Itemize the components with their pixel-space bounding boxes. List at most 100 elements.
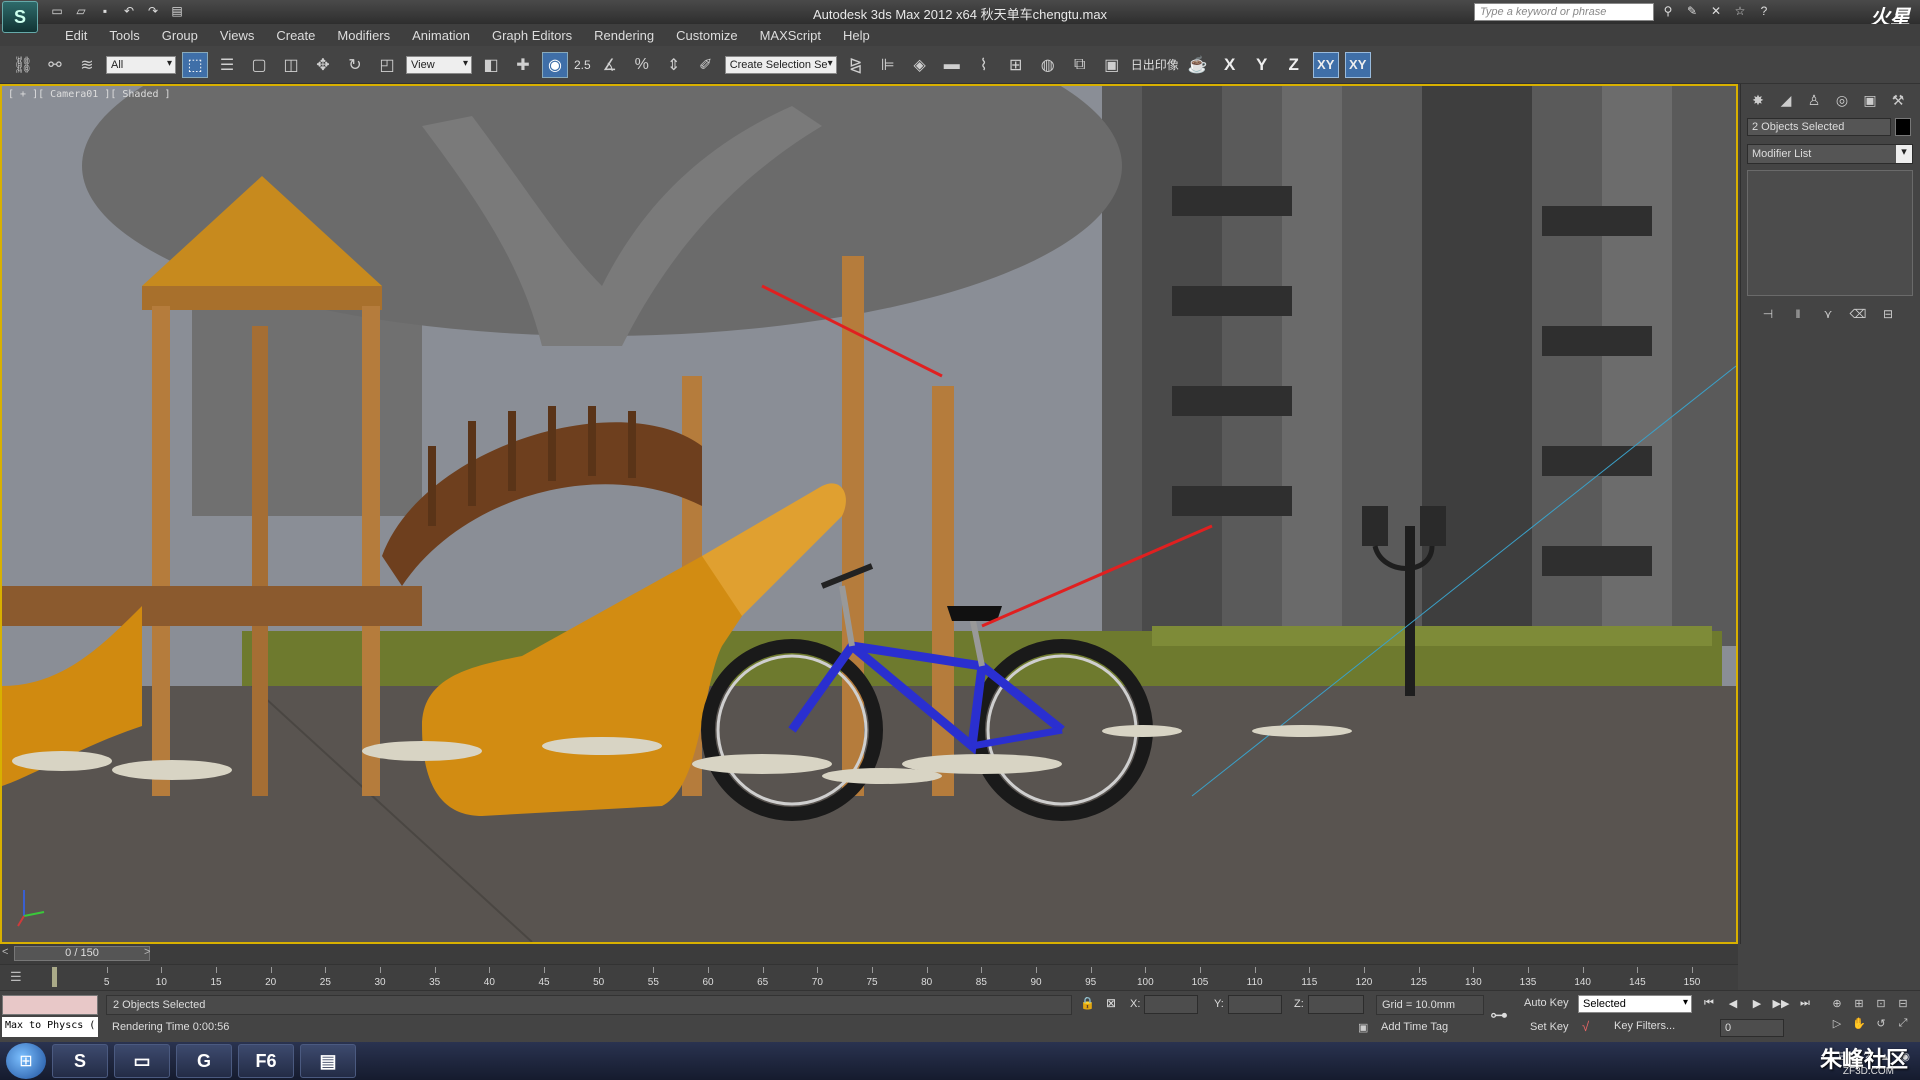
object-name-field[interactable]: 2 Objects Selected bbox=[1747, 118, 1891, 136]
mirror-icon[interactable]: ⧎ bbox=[843, 52, 869, 78]
pan-icon[interactable]: ✋ bbox=[1850, 1015, 1868, 1031]
rotate-icon[interactable]: ↻ bbox=[342, 52, 368, 78]
axis-x-button[interactable]: X bbox=[1217, 52, 1243, 78]
utilities-tab-icon[interactable]: ⚒ bbox=[1887, 90, 1909, 110]
redo-icon[interactable]: ↷ bbox=[144, 2, 162, 20]
object-color-swatch[interactable] bbox=[1895, 118, 1911, 136]
motion-tab-icon[interactable]: ◎ bbox=[1831, 90, 1853, 110]
move-icon[interactable]: ✥ bbox=[310, 52, 336, 78]
key-icon[interactable]: ⊶ bbox=[1490, 1005, 1508, 1026]
go-to-start-icon[interactable]: ⏮ bbox=[1700, 995, 1718, 1011]
time-slider-prev[interactable]: < bbox=[2, 946, 8, 958]
next-frame-icon[interactable]: ▶▶ bbox=[1772, 995, 1790, 1011]
y-coordinate-field[interactable] bbox=[1228, 995, 1282, 1014]
selection-lock-icon[interactable]: 🔒 bbox=[1080, 996, 1095, 1010]
axis-z-button[interactable]: Z bbox=[1281, 52, 1307, 78]
show-end-result-icon[interactable]: ‖ bbox=[1789, 306, 1807, 322]
axis-y-button[interactable]: Y bbox=[1249, 52, 1275, 78]
hierarchy-tab-icon[interactable]: ♙ bbox=[1803, 90, 1825, 110]
time-slider-next[interactable]: > bbox=[144, 946, 150, 958]
bind-space-warp-icon[interactable]: ≋ bbox=[74, 52, 100, 78]
selection-filter-dropdown[interactable]: All bbox=[106, 55, 176, 74]
auto-key-button[interactable]: Auto Key bbox=[1524, 997, 1569, 1009]
axis-xy-alt-button[interactable]: XY bbox=[1344, 51, 1371, 78]
menu-animation[interactable]: Animation bbox=[401, 28, 481, 43]
align-icon[interactable]: ⊫ bbox=[875, 52, 901, 78]
track-bar[interactable]: ☰ 5 10 15 20 25 30 35 40 45 50 55 60 65 70 75 80 85 90 95 1… bbox=[0, 964, 1738, 990]
percent-snap-icon[interactable]: % bbox=[629, 52, 655, 78]
create-tab-icon[interactable]: ✸ bbox=[1747, 90, 1769, 110]
menu-customize[interactable]: Customize bbox=[665, 28, 748, 43]
graphite-ribbon-icon[interactable]: ▬ bbox=[939, 52, 965, 78]
viewport-label[interactable]: [ + ][ Camera01 ][ Shaded ] bbox=[8, 89, 171, 100]
go-to-end-icon[interactable]: ⏭ bbox=[1796, 995, 1814, 1011]
menu-tools[interactable]: Tools bbox=[98, 28, 150, 43]
menu-modifiers[interactable]: Modifiers bbox=[326, 28, 401, 43]
axis-xy-button[interactable]: XY bbox=[1312, 51, 1339, 78]
snap-toggle-label[interactable]: 2.5 bbox=[574, 58, 591, 72]
zoom-all-icon[interactable]: ⊞ bbox=[1850, 995, 1868, 1011]
window-crossing-icon[interactable]: ◫ bbox=[278, 52, 304, 78]
modifier-list-dropdown[interactable]: Modifier List bbox=[1747, 144, 1913, 164]
menu-help[interactable]: Help bbox=[832, 28, 881, 43]
material-editor-icon[interactable]: ◍ bbox=[1035, 52, 1061, 78]
select-manipulate-icon[interactable]: ✚ bbox=[510, 52, 536, 78]
time-tag-icon[interactable]: ▣ bbox=[1358, 1021, 1368, 1034]
menu-views[interactable]: Views bbox=[209, 28, 265, 43]
edit-named-selection-icon[interactable]: ✐ bbox=[693, 52, 719, 78]
favorites-star-icon[interactable]: ☆ bbox=[1732, 3, 1748, 19]
zoom-extents-all-icon[interactable]: ⊟ bbox=[1894, 995, 1912, 1011]
render-production-icon[interactable]: ☕ bbox=[1185, 52, 1211, 78]
play-icon[interactable]: ▶ bbox=[1748, 995, 1766, 1011]
rendered-frame-window-icon[interactable]: ▣ bbox=[1099, 52, 1125, 78]
link-icon[interactable]: ⛓ bbox=[10, 52, 36, 78]
project-folder-icon[interactable]: ▤ bbox=[168, 2, 186, 20]
modifier-stack[interactable] bbox=[1747, 170, 1913, 296]
absolute-mode-icon[interactable]: ⊠ bbox=[1106, 996, 1116, 1010]
save-file-icon[interactable]: ▪ bbox=[96, 2, 114, 20]
binoculars-icon[interactable]: ⚲ bbox=[1660, 3, 1676, 19]
schematic-view-icon[interactable]: ⊞ bbox=[1003, 52, 1029, 78]
pivot-center-icon[interactable]: ◧ bbox=[478, 52, 504, 78]
field-of-view-icon[interactable]: ▷ bbox=[1828, 1015, 1846, 1031]
render-setup-icon[interactable]: ⧉ bbox=[1067, 52, 1093, 78]
maximize-viewport-icon[interactable]: ⤢ bbox=[1894, 1015, 1912, 1031]
angle-snap-icon[interactable]: ∡ bbox=[597, 52, 623, 78]
help-icon[interactable]: ? bbox=[1756, 3, 1772, 19]
curve-editor-icon[interactable]: ⌇ bbox=[971, 52, 997, 78]
modify-tab-icon[interactable]: ◢ bbox=[1775, 90, 1797, 110]
select-by-name-icon[interactable]: ☰ bbox=[214, 52, 240, 78]
start-button[interactable]: ⊞ bbox=[6, 1043, 46, 1079]
keyboard-shortcut-override-icon[interactable]: ◉ bbox=[542, 51, 568, 78]
remove-modifier-icon[interactable]: ⌫ bbox=[1849, 306, 1867, 322]
camera-viewport[interactable]: [ + ][ Camera01 ][ Shaded ] bbox=[0, 84, 1738, 944]
undo-icon[interactable]: ↶ bbox=[120, 2, 138, 20]
named-selection-dropdown[interactable]: Create Selection Se bbox=[724, 55, 837, 74]
taskbar-app-explorer-icon[interactable]: ▭ bbox=[114, 1044, 170, 1078]
search-input[interactable]: Type a keyword or phrase bbox=[1474, 3, 1654, 21]
subscription-icon[interactable]: ✎ bbox=[1684, 3, 1700, 19]
scale-icon[interactable]: ◰ bbox=[374, 52, 400, 78]
menu-maxscript[interactable]: MAXScript bbox=[749, 28, 832, 43]
set-key-mode-icon[interactable]: √ bbox=[1582, 1019, 1589, 1034]
menu-graph-editors[interactable]: Graph Editors bbox=[481, 28, 583, 43]
key-filters-button[interactable]: Key Filters... bbox=[1614, 1020, 1675, 1032]
spinner-snap-icon[interactable]: ⇕ bbox=[661, 52, 687, 78]
taskbar-app-3dsmax[interactable]: G bbox=[176, 1044, 232, 1078]
key-mode-dropdown[interactable]: Selected bbox=[1578, 995, 1692, 1013]
layer-manager-icon[interactable]: ◈ bbox=[907, 52, 933, 78]
orbit-icon[interactable]: ↺ bbox=[1872, 1015, 1890, 1031]
menu-group[interactable]: Group bbox=[151, 28, 209, 43]
display-tab-icon[interactable]: ▣ bbox=[1859, 90, 1881, 110]
add-time-tag-button[interactable]: Add Time Tag bbox=[1376, 1019, 1484, 1037]
z-coordinate-field[interactable] bbox=[1308, 995, 1364, 1014]
menu-create[interactable]: Create bbox=[265, 28, 326, 43]
taskbar-app-f6[interactable]: F6 bbox=[238, 1044, 294, 1078]
communication-icon[interactable]: ✕ bbox=[1708, 3, 1724, 19]
open-file-icon[interactable]: ▱ bbox=[72, 2, 90, 20]
x-coordinate-field[interactable] bbox=[1144, 995, 1198, 1014]
set-key-button[interactable]: Set Key bbox=[1530, 1021, 1569, 1033]
menu-rendering[interactable]: Rendering bbox=[583, 28, 665, 43]
maxscript-listener-output[interactable]: Max to Physcs ( bbox=[2, 1017, 98, 1037]
previous-frame-icon[interactable]: ◀ bbox=[1724, 995, 1742, 1011]
